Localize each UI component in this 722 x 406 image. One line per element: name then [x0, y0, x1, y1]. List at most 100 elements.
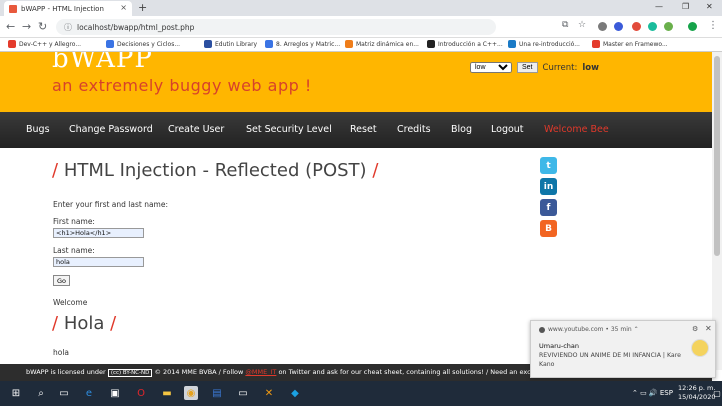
bookmark-label: Introducción a C++...	[438, 40, 503, 48]
twitter-link[interactable]: @MME_IT	[245, 368, 276, 376]
twitter-icon[interactable]: t	[540, 157, 557, 174]
page-title: / HTML Injection - Reflected (POST) /	[52, 160, 378, 181]
folder-icon[interactable]: ▬	[160, 386, 174, 400]
menu-dots-icon[interactable]: ⋮	[708, 20, 718, 31]
tab-title: bWAPP - HTML Injection	[21, 4, 104, 13]
bookmark-icon	[106, 40, 114, 48]
opera-icon[interactable]: O	[134, 386, 148, 400]
app-cube-icon[interactable]: ◆	[288, 386, 302, 400]
bookmark-item[interactable]: Dev-C++ y Allegro...	[8, 40, 81, 48]
translate-icon[interactable]: ⧉	[562, 20, 568, 30]
result-heading-text: Hola	[63, 313, 105, 334]
extension-green-icon[interactable]	[648, 22, 657, 31]
search-icon[interactable]: ⌕	[34, 386, 48, 400]
xampp-icon[interactable]: ✕	[262, 386, 276, 400]
bookmark-item[interactable]: 8. Arreglos y Matric...	[265, 40, 340, 48]
bookmark-icon	[265, 40, 273, 48]
tab-bar: bWAPP - HTML Injection × + — ❐ ✕	[0, 0, 722, 16]
facebook-icon[interactable]: f	[540, 199, 557, 216]
bookmark-item[interactable]: Decisiones y Ciclos...	[106, 40, 180, 48]
gear-icon[interactable]: ⚙	[692, 325, 698, 333]
window-close-icon[interactable]: ✕	[706, 2, 713, 11]
explorer-icon[interactable]: ▤	[210, 386, 224, 400]
menu-logout[interactable]: Logout	[491, 124, 524, 135]
notification-source-text: www.youtube.com • 35 min ⌃	[548, 326, 639, 333]
notification-toast[interactable]: www.youtube.com • 35 min ⌃ ⚙ ✕ Umaru-cha…	[530, 320, 716, 378]
security-level-select[interactable]: low	[470, 62, 512, 73]
shield-icon[interactable]	[688, 22, 697, 31]
linkedin-icon[interactable]: in	[540, 178, 557, 195]
new-tab-button[interactable]: +	[138, 1, 147, 14]
menu-create-user[interactable]: Create User	[168, 124, 224, 135]
edge-icon[interactable]: e	[82, 386, 96, 400]
site-tagline: an extremely buggy web app !	[52, 76, 312, 95]
windows-start-icon[interactable]: ⊞	[9, 386, 23, 400]
last-name-input[interactable]: hola	[53, 257, 144, 267]
menu-welcome[interactable]: Welcome Bee	[544, 124, 609, 135]
chrome-taskbar-icon[interactable]: ◉	[184, 386, 198, 400]
menu-change-password[interactable]: Change Password	[69, 124, 153, 135]
restore-icon[interactable]: ❐	[682, 2, 689, 11]
chrome-icon	[539, 326, 545, 333]
main-content: / HTML Injection - Reflected (POST) / En…	[0, 148, 520, 370]
title-slash-right: /	[372, 160, 379, 181]
info-icon[interactable]: ⓘ	[64, 22, 72, 33]
first-name-label: First name:	[53, 217, 95, 226]
minimize-icon[interactable]: —	[655, 2, 663, 11]
bookmark-icon	[592, 40, 600, 48]
bookmark-item[interactable]: Edutin Library	[204, 40, 257, 48]
result-slash-left: /	[52, 313, 59, 334]
bookmark-label: 8. Arreglos y Matric...	[276, 40, 341, 48]
task-view-icon[interactable]: ▭	[57, 386, 71, 400]
extension-badge-icon[interactable]	[664, 22, 673, 31]
first-name-input[interactable]: <h1>Hola</h1>	[53, 228, 144, 238]
avatar	[691, 339, 709, 357]
notification-title: Umaru-chan	[539, 342, 580, 350]
bookmark-label: Una re-introducció...	[519, 40, 580, 48]
license-badge[interactable]: (cc) BY-NC-ND	[107, 369, 153, 377]
bookmark-label: Decisiones y Ciclos...	[117, 40, 181, 48]
notification-source: www.youtube.com • 35 min ⌃	[539, 326, 639, 333]
bookmark-label: Dev-C++ y Allegro...	[19, 40, 82, 48]
result-slash-right: /	[110, 313, 117, 334]
injected-heading: / Hola /	[52, 313, 116, 334]
menu-blog[interactable]: Blog	[451, 124, 472, 135]
bookmark-label: Master en Framewo...	[603, 40, 668, 48]
go-button[interactable]: Go	[53, 275, 70, 286]
terminal-icon[interactable]: ▭	[236, 386, 250, 400]
reload-icon[interactable]: ↻	[38, 20, 47, 33]
bwapp-favicon-icon	[9, 4, 17, 13]
menu-bugs[interactable]: Bugs	[26, 124, 50, 135]
menu-set-security-level[interactable]: Set Security Level	[246, 124, 332, 135]
notification-body: REVIVIENDO UN ANIME DE MI INFANCIA | Kar…	[539, 352, 681, 368]
notification-center-icon[interactable]: ▢	[710, 386, 722, 400]
bookmark-item[interactable]: Master en Framewo...	[592, 40, 668, 48]
set-button[interactable]: Set	[517, 62, 538, 73]
extension-red-icon[interactable]	[632, 22, 641, 31]
site-header: bWAPP an extremely buggy web app ! low S…	[0, 52, 712, 112]
bookmark-item[interactable]: Introducción a C++...	[427, 40, 503, 48]
store-icon[interactable]: ▣	[108, 386, 122, 400]
site-logo: bWAPP	[52, 52, 153, 74]
extension-arrow-icon[interactable]	[614, 22, 623, 31]
blogger-icon[interactable]: B	[540, 220, 557, 237]
bookmark-icon	[345, 40, 353, 48]
tab-close-icon[interactable]: ×	[120, 3, 127, 12]
menu-credits[interactable]: Credits	[397, 124, 431, 135]
url-text: localhost/bwapp/html_post.php	[77, 22, 195, 32]
scrollbar-thumb[interactable]	[714, 56, 720, 256]
system-tray[interactable]: ⌃ ▭ 🔊 ESP	[632, 389, 673, 397]
bookmark-star-icon[interactable]: ☆	[578, 20, 586, 30]
bookmark-item[interactable]: Una re-introducció...	[508, 40, 580, 48]
back-icon[interactable]: ←	[6, 20, 15, 33]
close-icon[interactable]: ✕	[705, 324, 712, 333]
menu-reset[interactable]: Reset	[350, 124, 377, 135]
extension-icon[interactable]	[598, 22, 607, 31]
forward-icon[interactable]: →	[22, 20, 31, 33]
browser-tab[interactable]: bWAPP - HTML Injection ×	[4, 1, 132, 16]
bookmark-icon	[508, 40, 516, 48]
bookmark-item[interactable]: Matriz dinámica en...	[345, 40, 419, 48]
bookmark-icon	[8, 40, 16, 48]
address-bar[interactable]: ⓘ localhost/bwapp/html_post.php	[56, 19, 496, 35]
bookmark-icon	[427, 40, 435, 48]
